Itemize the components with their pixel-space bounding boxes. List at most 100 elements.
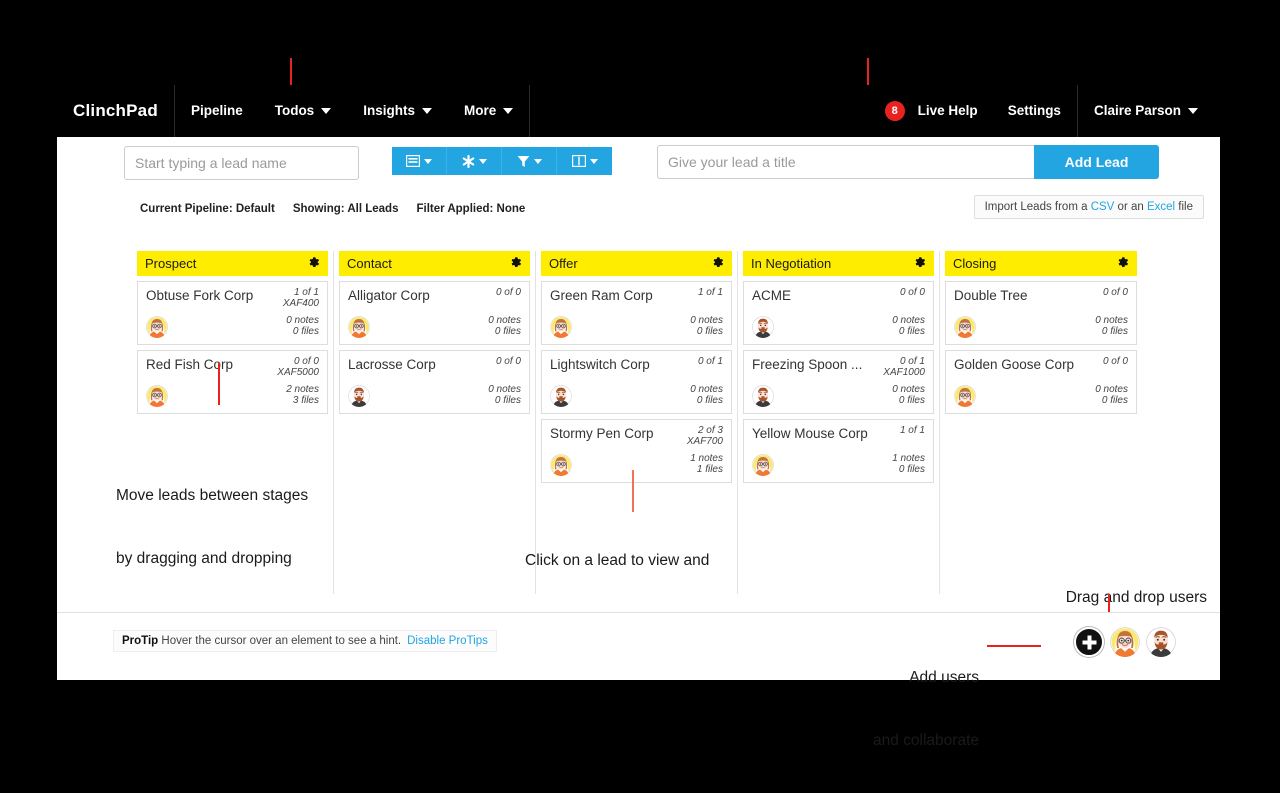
add-lead-button[interactable]: Add Lead — [1034, 145, 1159, 179]
nav-item-insights[interactable]: Insights — [347, 85, 448, 137]
lead-card-avatar[interactable] — [954, 316, 976, 338]
import-suffix-text: file — [1175, 201, 1193, 213]
lead-card-avatar[interactable] — [550, 316, 572, 338]
add-user-button[interactable] — [1074, 627, 1104, 657]
stage-title: Contact — [347, 256, 392, 271]
lead-card-meta: 0 notes 0 files — [1095, 384, 1128, 406]
lead-card[interactable]: Obtuse Fork Corp 1 of 1 XAF400 0 notes 0 fil… — [137, 281, 328, 345]
lead-card-notes: 0 notes — [690, 315, 723, 326]
filter-button[interactable] — [502, 147, 557, 175]
lead-card[interactable]: Red Fish Corp 0 of 0 XAF5000 2 notes 3 files — [137, 350, 328, 414]
lead-card-files: 0 files — [494, 395, 521, 406]
lead-card-notes: 0 notes — [488, 384, 521, 395]
lead-card-name: Freezing Spoon ... — [752, 357, 863, 372]
lead-card-avatar[interactable] — [752, 385, 774, 407]
stage-header[interactable]: Closing — [945, 251, 1137, 276]
lead-card[interactable]: Lacrosse Corp 0 of 0 0 notes 0 files — [339, 350, 530, 414]
nav-label-pipeline: Pipeline — [190, 103, 243, 118]
asterisk-icon — [462, 154, 474, 168]
lead-card-avatar[interactable] — [348, 385, 370, 407]
chevron-down-icon — [424, 158, 432, 164]
gear-icon[interactable] — [913, 256, 926, 271]
lead-card-avatar[interactable] — [954, 385, 976, 407]
stage-inner: Prospect Obtuse Fork Corp 1 of 1 XAF400 0 no… — [132, 251, 333, 414]
user-avatar-male[interactable] — [1146, 627, 1176, 657]
sort-button[interactable] — [447, 147, 502, 175]
lead-card-avatar[interactable] — [550, 385, 572, 407]
lead-card-avatar[interactable] — [146, 385, 168, 407]
stage-title: Prospect — [145, 256, 197, 271]
lead-card-counts: 0 of 1 — [698, 356, 723, 367]
lead-card-avatar[interactable] — [752, 316, 774, 338]
gear-icon[interactable] — [1116, 256, 1129, 271]
lead-card-counts: 2 of 3 XAF700 — [687, 425, 723, 447]
lead-card[interactable]: Double Tree 0 of 0 0 notes 0 files — [945, 281, 1137, 345]
import-excel-link[interactable]: Excel — [1147, 201, 1175, 213]
lead-card[interactable]: Green Ram Corp 1 of 1 0 notes 0 files — [541, 281, 732, 345]
showing-label[interactable]: Showing: All Leads — [293, 203, 399, 215]
stage-header[interactable]: In Negotiation — [743, 251, 934, 276]
lead-card[interactable]: Freezing Spoon ... 0 of 1 XAF1000 0 notes 0 … — [743, 350, 934, 414]
lead-card-task-count: 0 of 1 — [899, 356, 925, 367]
lead-card[interactable]: Lightswitch Corp 0 of 1 0 notes 0 files — [541, 350, 732, 414]
lead-card-files: 1 files — [696, 464, 723, 475]
nav-item-more[interactable]: More — [448, 85, 529, 137]
nav-divider — [529, 85, 531, 137]
lead-card-meta: 0 notes 0 files — [690, 384, 723, 406]
lead-card[interactable]: ACME 0 of 0 0 notes 0 files — [743, 281, 934, 345]
lead-title-input[interactable] — [657, 145, 1034, 179]
app-brand[interactable]: ClinchPad — [57, 101, 174, 121]
disable-protips-link[interactable]: Disable ProTips — [407, 635, 488, 647]
lead-card-meta: 0 notes 0 files — [286, 315, 319, 337]
gear-icon[interactable] — [509, 256, 522, 271]
user-avatar-female[interactable] — [1110, 627, 1140, 657]
nav-item-user-menu[interactable]: Claire Parson — [1078, 85, 1220, 137]
nav-item-settings[interactable]: Settings — [992, 85, 1077, 137]
columns-button[interactable] — [557, 147, 612, 175]
lead-card-task-count: 0 of 0 — [495, 287, 521, 298]
lead-card-avatar[interactable] — [146, 316, 168, 338]
stage-header[interactable]: Contact — [339, 251, 530, 276]
lead-card[interactable]: Yellow Mouse Corp 1 of 1 1 notes 0 files — [743, 419, 934, 483]
lead-card-meta: 2 notes 3 files — [286, 384, 319, 406]
list-view-button[interactable] — [392, 147, 447, 175]
avatar-male-icon — [550, 385, 572, 407]
avatar-male-icon — [752, 316, 774, 338]
nav-item-todos[interactable]: Todos — [259, 85, 348, 137]
lead-card-avatar[interactable] — [550, 454, 572, 476]
nav-item-live-help[interactable]: 8 Live Help — [869, 85, 992, 137]
current-pipeline-label[interactable]: Current Pipeline: Default — [140, 203, 275, 215]
search-input[interactable] — [124, 146, 359, 180]
filter-applied-label[interactable]: Filter Applied: None — [416, 203, 525, 215]
stage-title: Closing — [953, 256, 997, 271]
lead-card-name: ACME — [752, 288, 792, 303]
import-middle-text: or an — [1114, 201, 1147, 213]
lead-card[interactable]: Golden Goose Corp 0 of 0 0 notes 0 files — [945, 350, 1137, 414]
lead-card-avatar[interactable] — [348, 316, 370, 338]
lead-card-name: Lacrosse Corp — [348, 357, 436, 372]
import-leads-box: Import Leads from a CSV or an Excel file — [973, 195, 1204, 219]
lead-card-name: Golden Goose Corp — [954, 357, 1075, 372]
avatar-male-icon — [752, 385, 774, 407]
pipeline-status-bar: Current Pipeline: Default Showing: All L… — [140, 203, 525, 215]
chevron-down-icon — [1188, 108, 1198, 114]
columns-icon — [571, 155, 586, 167]
avatar-female-icon — [954, 385, 976, 407]
stage-header[interactable]: Offer — [541, 251, 732, 276]
lead-card-avatar[interactable] — [752, 454, 774, 476]
gear-icon[interactable] — [711, 256, 724, 271]
chevron-down-icon — [478, 158, 487, 164]
lead-card-task-count: 0 of 0 — [899, 287, 925, 298]
lead-card-notes: 0 notes — [1095, 384, 1128, 395]
gear-icon[interactable] — [307, 256, 320, 271]
avatar-female-icon — [146, 385, 168, 407]
lead-card[interactable]: Stormy Pen Corp 2 of 3 XAF700 1 notes 1 file… — [541, 419, 732, 483]
annotation-click-lead-line1: Click on a lead to view and — [525, 552, 710, 569]
import-csv-link[interactable]: CSV — [1091, 201, 1115, 213]
notification-badge[interactable]: 8 — [884, 101, 905, 121]
lead-card-meta: 0 notes 0 files — [892, 315, 925, 337]
stage-header[interactable]: Prospect — [137, 251, 328, 276]
stage-inner: Offer Green Ram Corp 1 of 10 notes 0 files L… — [536, 251, 737, 483]
lead-card[interactable]: Alligator Corp 0 of 0 0 notes 0 files — [339, 281, 530, 345]
nav-item-pipeline[interactable]: Pipeline — [175, 85, 259, 137]
